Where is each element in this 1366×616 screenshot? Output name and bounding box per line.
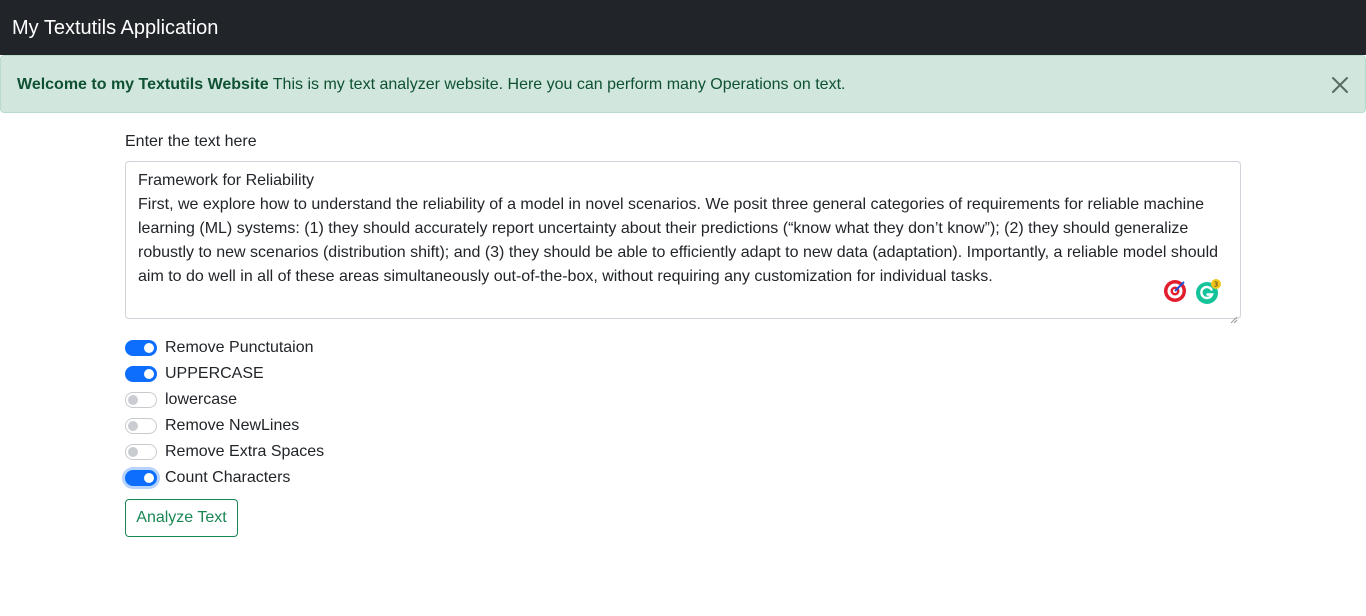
text-line: aim to do well in all of these areas sim… [138, 268, 993, 285]
navbar-brand[interactable]: My Textutils Application [12, 15, 218, 41]
alert-text: Welcome to my Textutils Website This is … [17, 75, 845, 95]
close-icon[interactable] [1329, 74, 1351, 96]
target-extension-icon[interactable] [1163, 279, 1187, 303]
toggle-knob [144, 369, 154, 379]
text-input-label: Enter the text here [125, 133, 257, 150]
switch-label: Remove NewLines [165, 417, 300, 434]
toggle-switch[interactable] [125, 470, 157, 486]
text-line: First, we explore how to understand the … [138, 196, 1205, 213]
alert-message: This is my text analyzer website. Here y… [268, 76, 846, 93]
analyze-text-button[interactable]: Analyze Text [125, 499, 238, 537]
toggle-switch[interactable] [125, 340, 157, 356]
toggle-switch[interactable] [125, 366, 157, 382]
toggle-knob [144, 473, 154, 483]
alert-title: Welcome to my Textutils Website [17, 76, 269, 93]
switch-label: lowercase [165, 391, 238, 408]
navbar: My Textutils Application [0, 0, 1366, 55]
text-line: Framework for Reliability [138, 172, 315, 189]
grammarly-icon[interactable]: 3 [1195, 279, 1221, 304]
resize-handle[interactable] [1230, 308, 1238, 324]
toggle-knob [144, 343, 154, 353]
switch-label: Remove Extra Spaces [165, 443, 325, 460]
switch-label: Count Characters [165, 469, 291, 486]
text-line: robustly to new scenarios (distribution … [138, 244, 1219, 261]
text-line: learning (ML) systems: (1) they should a… [138, 220, 1189, 237]
switch-label: Remove Punctutaion [165, 339, 314, 356]
grammarly-badge: 3 [1214, 281, 1218, 289]
toggle-switch[interactable] [125, 418, 157, 434]
toggle-knob [128, 395, 138, 405]
text-input-area[interactable]: Framework for Reliability First, we expl… [125, 161, 1241, 324]
toggle-knob [128, 421, 138, 431]
switch-label: UPPERCASE [165, 365, 264, 382]
toggle-knob [128, 447, 138, 457]
welcome-alert: Welcome to my Textutils Website This is … [0, 55, 1366, 113]
toggle-switch[interactable] [125, 392, 157, 408]
toggle-switch[interactable] [125, 444, 157, 460]
